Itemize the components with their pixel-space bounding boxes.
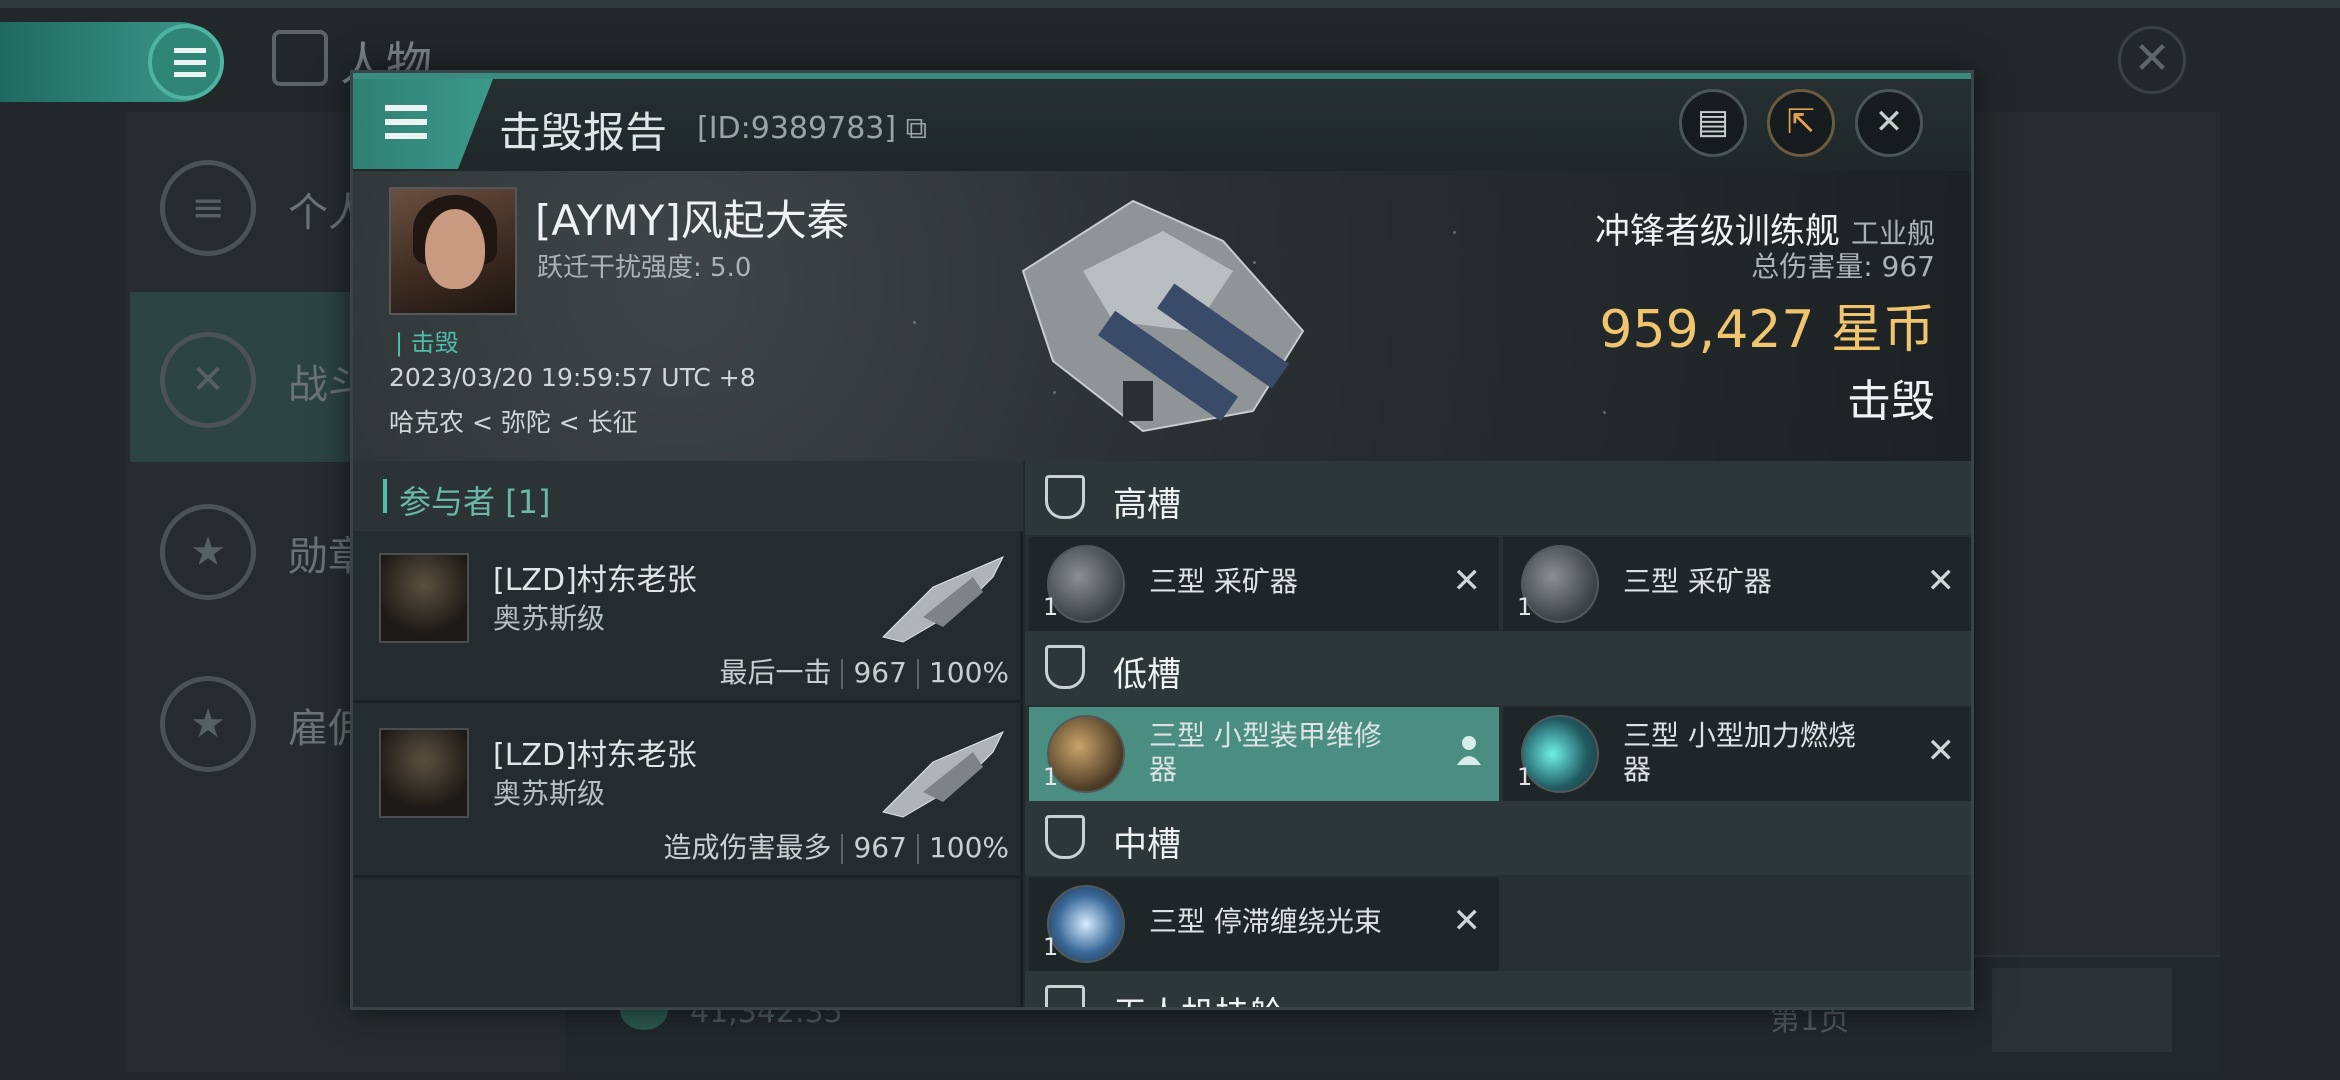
victim-avatar[interactable] xyxy=(389,187,517,315)
module-name: 三型 采矿器 xyxy=(1149,565,1298,598)
slot-label: 无人机挂舱 xyxy=(1113,987,1283,1007)
star-icon: ★ xyxy=(160,676,256,772)
module-item[interactable]: 1 三型 停滞缠绕光束 ✕ xyxy=(1029,877,1499,971)
participant-ship-image xyxy=(882,731,1005,818)
participant-ship-image xyxy=(882,556,1005,643)
module-name: 三型 小型加力燃烧器 xyxy=(1623,719,1856,787)
value-number: 959,427 xyxy=(1599,300,1815,360)
module-qty: 1 xyxy=(1043,933,1059,961)
participant-percent: 100% xyxy=(928,831,1009,864)
fitting-panel: 高槽 1 三型 采矿器 ✕ 1 三型 采矿器 ✕ 低槽 1 三型 小型装甲维修器… xyxy=(1025,461,1971,1007)
kill-report-dialog: 击毁报告 [ID:9389783] ⧉ ▤ ⇱ ✕ [AYMY]风起大秦 跃迁干… xyxy=(350,70,1974,1010)
list-icon: ≡ xyxy=(160,160,256,256)
currency-label: 星币 xyxy=(1830,300,1935,360)
participant-ship: 奥苏斯级 xyxy=(493,777,606,810)
slot-label: 高槽 xyxy=(1113,485,1181,525)
total-damage-value: 967 xyxy=(1881,250,1935,283)
module-name-line2: 器 xyxy=(1623,753,1652,786)
stasis-web-icon xyxy=(1047,885,1125,963)
victim-pilot-name[interactable]: [AYMY]风起大秦 xyxy=(535,187,849,248)
participant-damage: 967 xyxy=(853,656,907,689)
top-line xyxy=(0,0,2340,8)
close-icon[interactable]: ✕ xyxy=(1855,89,1923,157)
copy-icon[interactable]: ⧉ xyxy=(896,111,927,146)
module-item[interactable]: 1 三型 采矿器 ✕ xyxy=(1029,537,1499,631)
drone-bay-header: 无人机挂舱 xyxy=(1025,971,1971,1007)
participant-tag: 造成伤害最多 xyxy=(663,831,832,864)
isk-value: 959,427 星币 xyxy=(1599,287,1935,362)
mining-laser-icon xyxy=(1047,545,1125,623)
participant-row[interactable]: [LZD]村东老张 奥苏斯级 造成伤害最多 967 100% xyxy=(353,706,1023,878)
participants-panel: 参与者 [1] [LZD]村东老张 奥苏斯级 最后一击 967 100% [LZD]… xyxy=(353,461,1023,1007)
swords-icon: ✕ xyxy=(160,332,256,428)
module-name-line2: 器 xyxy=(1149,753,1178,786)
destroyed-x-icon: ✕ xyxy=(1926,731,1956,771)
afterburner-icon xyxy=(1521,715,1599,793)
kill-status: 击毁 xyxy=(1847,376,1935,427)
slot-label: 低槽 xyxy=(1113,655,1181,695)
module-name: 三型 小型装甲维修器 xyxy=(1149,719,1382,787)
armor-repairer-icon xyxy=(1047,715,1125,793)
participant-stats: 造成伤害最多 967 100% xyxy=(663,826,1009,866)
participant-name: [LZD]村东老张 xyxy=(493,738,697,773)
module-name: 三型 采矿器 xyxy=(1623,565,1772,598)
filter-button[interactable] xyxy=(1992,968,2172,1052)
kill-tag: | 击毁 xyxy=(395,323,459,358)
participant-tag: 最后一击 xyxy=(719,656,832,689)
clipboard-icon[interactable]: ▤ xyxy=(1679,89,1747,157)
victim-ship-image xyxy=(1021,199,1305,433)
character-icon xyxy=(272,30,328,86)
participant-stats: 最后一击 967 100% xyxy=(719,651,1009,691)
shield-slot-icon xyxy=(1045,815,1085,859)
destroyed-x-icon: ✕ xyxy=(1452,901,1482,941)
menu-icon[interactable] xyxy=(148,24,224,100)
module-name: 三型 停滞缠绕光束 xyxy=(1149,905,1382,938)
participants-title: 参与者 [1] xyxy=(399,483,551,521)
module-item[interactable]: 1 三型 采矿器 ✕ xyxy=(1503,537,1971,631)
kill-tag-marker: | xyxy=(395,329,411,357)
slot-label: 中槽 xyxy=(1113,825,1181,865)
destroyed-x-icon: ✕ xyxy=(1926,561,1956,601)
warp-disruption: 跃迁干扰强度: 5.0 xyxy=(537,253,752,283)
total-damage: 总伤害量: 967 xyxy=(1751,245,1935,285)
module-name-line1: 三型 小型加力燃烧 xyxy=(1623,719,1856,752)
participant-row[interactable]: [LZD]村东老张 奥苏斯级 最后一击 967 100% xyxy=(353,531,1023,703)
participant-ship: 奥苏斯级 xyxy=(493,602,606,635)
report-id[interactable]: [ID:9389783] ⧉ xyxy=(697,111,927,146)
module-item[interactable]: 1 三型 小型装甲维修器 xyxy=(1029,707,1499,801)
low-slot-header: 低槽 xyxy=(1025,631,1971,705)
module-qty: 1 xyxy=(1517,763,1533,791)
participant-avatar xyxy=(379,553,469,643)
shield-slot-icon xyxy=(1045,645,1085,689)
high-slot-header: 高槽 xyxy=(1025,461,1971,535)
participants-header: 参与者 [1] xyxy=(353,461,1023,531)
share-icon[interactable]: ⇱ xyxy=(1767,89,1835,157)
module-qty: 1 xyxy=(1043,593,1059,621)
close-icon[interactable]: ✕ xyxy=(2118,26,2186,94)
kill-location: 哈克农 < 弥陀 < 长征 xyxy=(389,408,638,437)
module-item[interactable]: 1 三型 小型加力燃烧器 ✕ xyxy=(1503,707,1971,801)
participant-damage: 967 xyxy=(853,831,907,864)
kill-datetime: 2023/03/20 19:59:57 UTC +8 xyxy=(389,363,756,392)
total-damage-label: 总伤害量: xyxy=(1751,250,1873,283)
shield-slot-icon xyxy=(1045,985,1085,1007)
person-icon xyxy=(1457,736,1481,765)
report-id-text: [ID:9389783] xyxy=(697,111,897,146)
mining-laser-icon xyxy=(1521,545,1599,623)
module-name-line1: 三型 小型装甲维修 xyxy=(1149,719,1382,752)
module-qty: 1 xyxy=(1517,593,1533,621)
dialog-title: 击毁报告 xyxy=(499,108,668,157)
mid-slot-header: 中槽 xyxy=(1025,801,1971,875)
kill-tag-text: 击毁 xyxy=(410,329,459,357)
participant-name: [LZD]村东老张 xyxy=(493,563,697,598)
star-icon: ★ xyxy=(160,504,256,600)
participant-percent: 100% xyxy=(928,656,1009,689)
participant-avatar xyxy=(379,728,469,818)
destroyed-x-icon: ✕ xyxy=(1452,561,1482,601)
module-qty: 1 xyxy=(1043,763,1059,791)
shield-slot-icon xyxy=(1045,475,1085,519)
